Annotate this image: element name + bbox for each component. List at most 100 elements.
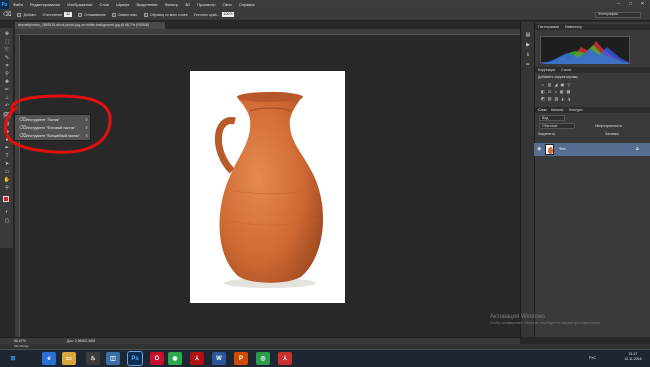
adjustment-icons-row3[interactable]: ◩▧▨◭◮ <box>541 96 621 101</box>
right-panels: Гистограмма Навигатор Коррекция Стили До… <box>534 22 650 337</box>
layer-filter-dropdown[interactable]: Вид <box>539 115 565 121</box>
adjustment-icons-row2[interactable]: ◧⚖◑▦▩ <box>541 89 621 94</box>
maximize-icon[interactable]: □ <box>626 1 635 7</box>
app2-taskbar-icon[interactable]: ◉ <box>168 352 182 365</box>
add-label: Добавл. <box>23 12 37 17</box>
watermark-text: Чтобы активировать Windows, перейдите в … <box>490 321 601 325</box>
options-bar: ⌫ Добавл. Отклонение 32 Сглаживание Смежн… <box>0 9 650 21</box>
flyout-item-label: Инструмент "Волшебный ластик" <box>26 134 80 138</box>
histogram-curve <box>541 41 631 64</box>
lasso-tool-icon[interactable]: ➰ <box>3 47 11 53</box>
quick-mask-icon[interactable]: ◐ <box>3 209 11 215</box>
actions-panel-icon[interactable]: ▶ <box>524 42 532 48</box>
steam-taskbar-icon[interactable]: ♨ <box>86 352 100 365</box>
fill-label: Заливка: <box>605 132 620 136</box>
menu-help[interactable]: Справка <box>239 2 255 7</box>
app-taskbar-icon[interactable]: ◫ <box>106 352 120 365</box>
tolerance-field[interactable]: 32 <box>64 12 73 17</box>
all-layers-option[interactable]: Образец со всех слоев <box>143 12 187 17</box>
blend-mode-dropdown[interactable]: Обычные <box>539 123 575 129</box>
layers-tabs: Слои Каналы Контуры <box>535 107 650 113</box>
flyout-item-magic-eraser[interactable]: ⌫ Инструмент "Волшебный ластик" E <box>17 133 90 140</box>
shape-tool-icon[interactable]: ▭ <box>3 169 11 175</box>
visibility-eye-icon[interactable]: ◉ <box>537 146 541 152</box>
menu-bar: Ps Файл Редактирование Изображение Слои … <box>0 0 650 9</box>
workspace-dropdown[interactable]: Фотография <box>595 11 641 18</box>
eyedropper-tool-icon[interactable]: ⚲ <box>3 71 11 77</box>
menu-edit[interactable]: Редактирование <box>30 2 60 7</box>
histogram-tabs: Гистограмма Навигатор <box>535 24 650 30</box>
tab-paths[interactable]: Контуры <box>569 108 583 112</box>
contiguous-checkbox[interactable] <box>111 12 116 17</box>
tab-adjustments[interactable]: Коррекция <box>538 68 555 72</box>
contiguous-option[interactable]: Смежн.пикс. <box>111 12 138 17</box>
document-tab[interactable]: depositphotos_2865118-stock-photo-jug-on… <box>15 22 165 29</box>
menu-select[interactable]: Выделение <box>136 2 157 7</box>
zoom-tool-icon[interactable]: ⚲ <box>3 185 11 191</box>
document-canvas[interactable] <box>190 71 345 303</box>
tab-navigator[interactable]: Навигатор <box>565 25 582 29</box>
app3-taskbar-icon[interactable]: ◎ <box>256 352 270 365</box>
tray-clock[interactable]: 21:17 12.11.2016 <box>620 352 646 362</box>
tolerance-label: Отклонение <box>42 12 63 17</box>
quick-select-tool-icon[interactable]: ✎ <box>3 55 11 61</box>
history-panel-icon[interactable]: ▤ <box>524 32 532 38</box>
info-panel-icon[interactable]: ℹ <box>524 52 532 58</box>
word-taskbar-icon[interactable]: W <box>212 352 226 365</box>
refine-edge-button[interactable]: Уточнить край... 100% <box>193 12 235 17</box>
all-layers-checkbox[interactable] <box>143 12 148 17</box>
tolerance-group: Отклонение 32 <box>43 12 73 17</box>
menu-3d[interactable]: 3D <box>185 2 190 7</box>
opera-taskbar-icon[interactable]: O <box>150 352 164 365</box>
menu-type[interactable]: Шрифт <box>116 2 129 7</box>
tab-styles[interactable]: Стили <box>561 68 571 72</box>
acrobat2-taskbar-icon[interactable]: ⅄ <box>278 352 292 365</box>
options-add[interactable]: Добавл. <box>17 12 37 17</box>
thumbnail-jug <box>548 147 553 154</box>
foreground-color-swatch[interactable] <box>3 196 9 202</box>
menu-file[interactable]: Файл <box>13 2 23 7</box>
ie-taskbar-icon[interactable]: e <box>42 352 56 365</box>
tool-preset-icon[interactable]: ⌫ <box>3 11 11 18</box>
minimize-icon[interactable]: – <box>614 1 623 7</box>
doc-size-readout[interactable]: Док: 2,36M/2,36M <box>67 339 95 343</box>
layer-opacity-label: Непрозрачность: <box>595 124 623 128</box>
menu-image[interactable]: Изображение <box>67 2 92 7</box>
healing-tool-icon[interactable]: ✚ <box>3 79 11 85</box>
language-indicator[interactable]: РУС <box>589 356 596 360</box>
photoshop-taskbar-icon[interactable]: Ps <box>127 351 143 366</box>
tab-layers[interactable]: Слои <box>538 108 547 112</box>
menu-view[interactable]: Просмотр <box>197 2 215 7</box>
menu-filter[interactable]: Фильтр <box>165 2 178 7</box>
flyout-item-eraser[interactable]: ⌫ Инструмент "Ластик" E <box>17 117 90 124</box>
start-button-icon[interactable]: ⊞ <box>6 352 20 365</box>
antialias-checkbox[interactable] <box>78 12 83 17</box>
acrobat-taskbar-icon[interactable]: ⅄ <box>190 352 204 365</box>
hand-tool-icon[interactable]: ✋ <box>3 177 11 183</box>
flyout-item-background-eraser[interactable]: ⌫ Инструмент "Фоновый ластик" E <box>17 125 90 132</box>
explorer-taskbar-icon[interactable]: ▭ <box>62 352 76 365</box>
brush-panel-icon[interactable]: ✏ <box>524 62 532 68</box>
tab-channels[interactable]: Каналы <box>551 108 563 112</box>
menu-window[interactable]: Окно <box>222 2 231 7</box>
refine-zoom-field[interactable]: 100% <box>221 12 235 17</box>
adjustment-icons-row1[interactable]: ☼▥◢▣▽ <box>541 82 621 87</box>
menu-layers[interactable]: Слои <box>100 2 110 7</box>
tab-histogram[interactable]: Гистограмма <box>538 25 559 29</box>
crop-tool-icon[interactable]: ⌗ <box>3 63 11 69</box>
zoom-readout[interactable]: 66,67% <box>14 339 26 343</box>
screen-mode-icon[interactable]: ▢ <box>3 218 11 224</box>
antialias-option[interactable]: Сглаживание <box>78 12 106 17</box>
close-icon[interactable]: ✕ <box>638 1 647 7</box>
clock-date: 12.11.2016 <box>624 357 642 361</box>
adjustments-title: Добавить корректировку <box>538 75 578 79</box>
move-tool-icon[interactable]: ✥ <box>3 31 11 37</box>
jug-image <box>215 91 324 288</box>
watermark-title: Активация Windows <box>490 314 546 320</box>
add-checkbox[interactable] <box>17 12 22 17</box>
powerpoint-taskbar-icon[interactable]: P <box>234 352 248 365</box>
marquee-tool-icon[interactable]: ⬚ <box>3 39 11 45</box>
flyout-item-shortcut: E <box>85 126 88 130</box>
histogram-graph <box>540 36 631 64</box>
windows-activation-watermark: Активация Windows Чтобы активировать Win… <box>490 314 650 340</box>
